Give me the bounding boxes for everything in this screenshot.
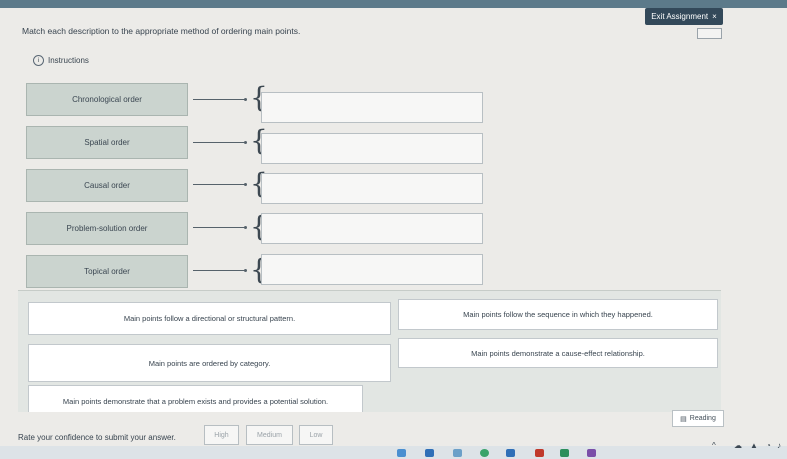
method-causal: Causal order xyxy=(26,169,188,202)
instructions-label: Instructions xyxy=(48,56,89,65)
method-chronological: Chronological order xyxy=(26,83,188,116)
toolbar-box[interactable] xyxy=(697,28,722,39)
reading-label: Reading xyxy=(689,415,716,422)
drop-target-3[interactable] xyxy=(261,173,483,204)
drop-target-5[interactable] xyxy=(261,254,483,285)
cloud-icon[interactable]: ☁ xyxy=(734,441,742,450)
book-icon: ▤ xyxy=(680,415,687,423)
instructions-toggle[interactable]: i Instructions xyxy=(33,55,89,66)
exit-assignment-label: Exit Assignment xyxy=(651,12,709,21)
connector-dot xyxy=(244,183,247,186)
app-icon[interactable] xyxy=(480,449,489,457)
info-icon: i xyxy=(33,55,44,66)
exit-assignment-button[interactable]: Exit Assignment × xyxy=(645,8,723,25)
description-card[interactable]: Main points follow a directional or stru… xyxy=(28,302,391,335)
app-icon[interactable] xyxy=(453,449,462,457)
connector-line xyxy=(193,142,246,143)
description-card[interactable]: Main points are ordered by category. xyxy=(28,344,391,382)
connector-line xyxy=(193,227,246,228)
connector-dot xyxy=(244,141,247,144)
method-topical: Topical order xyxy=(26,255,188,288)
description-card[interactable]: Main points demonstrate a cause-effect r… xyxy=(398,338,718,368)
drop-target-4[interactable] xyxy=(261,213,483,244)
description-card[interactable]: Main points follow the sequence in which… xyxy=(398,299,718,330)
drop-target-1[interactable] xyxy=(261,92,483,123)
app-icon[interactable] xyxy=(587,449,596,457)
close-icon: × xyxy=(712,12,717,21)
volume-icon[interactable]: ♪ xyxy=(777,441,781,450)
app-icon[interactable] xyxy=(535,449,544,457)
notification-icon[interactable]: ▲ xyxy=(750,441,758,450)
reading-button[interactable]: ▤ Reading xyxy=(672,410,724,427)
connector-dot xyxy=(244,269,247,272)
question-prompt: Match each description to the appropriat… xyxy=(22,26,301,36)
method-problem-solution: Problem-solution order xyxy=(26,212,188,245)
top-bar xyxy=(0,0,787,8)
drop-target-2[interactable] xyxy=(261,133,483,164)
wifi-icon[interactable]: ◔ xyxy=(766,441,771,450)
method-spatial: Spatial order xyxy=(26,126,188,159)
connector-dot xyxy=(244,226,247,229)
chevron-up-icon[interactable]: ^ xyxy=(712,441,716,450)
confidence-high-button[interactable]: High xyxy=(204,425,239,445)
connector-line xyxy=(193,99,246,100)
app-icon[interactable] xyxy=(397,449,406,457)
app-icon[interactable] xyxy=(425,449,434,457)
confidence-medium-button[interactable]: Medium xyxy=(246,425,293,445)
taskbar xyxy=(0,446,787,459)
connector-line xyxy=(193,270,246,271)
confidence-prompt: Rate your confidence to submit your answ… xyxy=(18,433,176,442)
confidence-low-button[interactable]: Low xyxy=(299,425,333,445)
connector-line xyxy=(193,184,246,185)
connector-dot xyxy=(244,98,247,101)
app-icon[interactable] xyxy=(506,449,515,457)
app-icon[interactable] xyxy=(560,449,569,457)
